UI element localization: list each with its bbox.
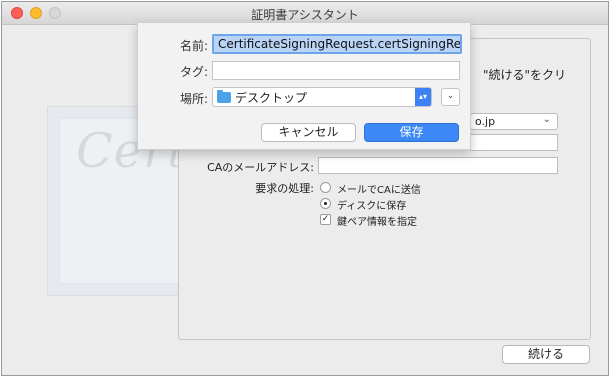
- name-label: 名前:: [179, 39, 208, 53]
- expand-sheet-button[interactable]: ⌄: [441, 88, 460, 106]
- option-keypair-label: 鍵ペア情報を指定: [337, 217, 417, 228]
- email-popup-value: o.jp: [475, 115, 496, 128]
- location-label: 場所:: [179, 92, 208, 106]
- certificate-assistant-window: 証明書アシスタント Certi "続ける"をクリ o.jp ⌄ CAのメールアド…: [1, 1, 609, 376]
- option-email-ca-label: メールでCAに送信: [337, 185, 421, 196]
- window-title: 証明書アシスタント: [251, 8, 359, 22]
- cancel-button[interactable]: キャンセル: [261, 123, 356, 142]
- up-down-chevron-icon: ▴▾: [415, 88, 431, 106]
- radio-save-disk[interactable]: [320, 198, 331, 209]
- title-bar: 証明書アシスタント: [2, 2, 608, 25]
- common-name-field[interactable]: [470, 134, 558, 151]
- radio-email-ca[interactable]: [320, 182, 331, 193]
- save-button[interactable]: 保存: [364, 123, 459, 142]
- checkbox-keypair[interactable]: ✓: [320, 214, 331, 225]
- location-value: デスクトップ: [235, 91, 308, 105]
- ca-email-label: CAのメールアドレス:: [207, 161, 314, 174]
- folder-icon: [217, 90, 231, 103]
- filename-input[interactable]: CertificateSigningRequest.certSigningRe: [212, 34, 462, 54]
- option-save-disk-label: ディスクに保存: [337, 201, 407, 212]
- request-label: 要求の処理:: [255, 182, 314, 195]
- tag-input[interactable]: [212, 61, 460, 80]
- location-popup[interactable]: デスクトップ ▴▾: [212, 87, 432, 107]
- instruction-text: "続ける"をクリ: [483, 68, 567, 82]
- ca-email-field[interactable]: [318, 157, 558, 174]
- email-popup[interactable]: o.jp ⌄: [470, 113, 558, 130]
- continue-button[interactable]: 続ける: [502, 345, 590, 364]
- tag-label: タグ:: [179, 65, 208, 79]
- save-sheet: 名前: CertificateSigningRequest.certSignin…: [137, 23, 471, 150]
- chevron-down-icon: ⌄: [542, 114, 551, 125]
